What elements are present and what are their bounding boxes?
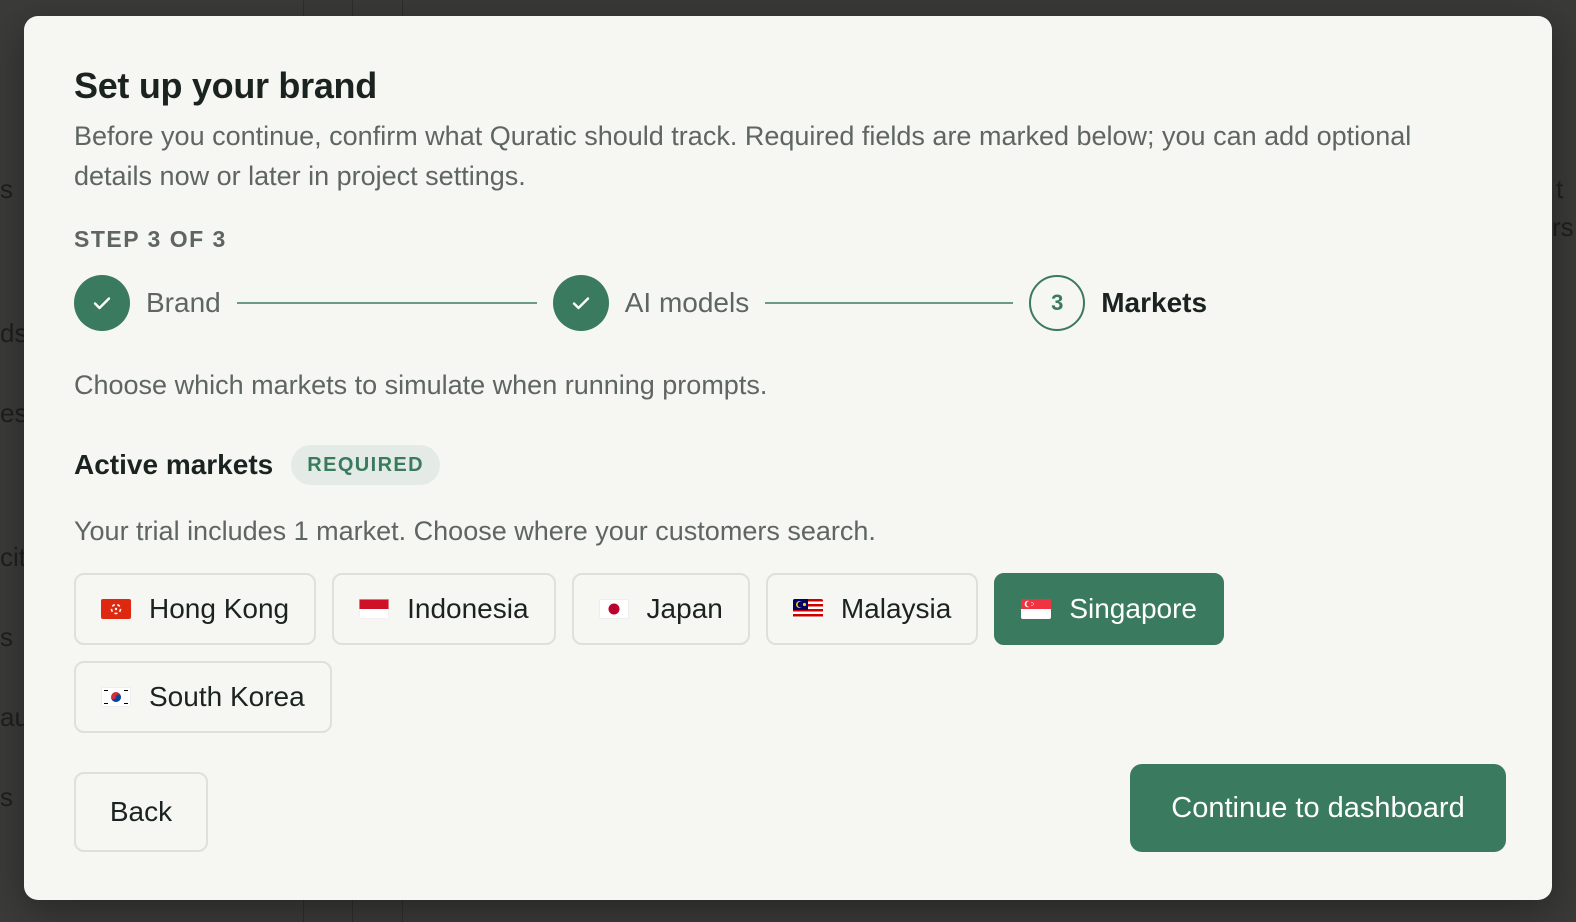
- step-markets: 3 Markets: [1029, 275, 1207, 331]
- chip-label: Singapore: [1069, 593, 1197, 624]
- step-label: AI models: [624, 287, 750, 318]
- step-brand[interactable]: Brand: [74, 275, 221, 331]
- required-badge: REQUIRED: [291, 445, 441, 485]
- continue-button[interactable]: Continue to dashboard: [1130, 764, 1506, 852]
- back-button[interactable]: Back: [74, 772, 208, 852]
- market-chip-singapore[interactable]: Singapore: [994, 573, 1224, 645]
- chip-label: Japan: [646, 593, 723, 624]
- section-description: Choose which markets to simulate when ru…: [74, 370, 768, 400]
- chip-label: Indonesia: [407, 593, 529, 624]
- market-chip-indonesia[interactable]: Indonesia: [332, 573, 556, 645]
- my-flag-icon: [792, 599, 823, 619]
- step-connector: [765, 302, 1014, 304]
- chip-label: Malaysia: [840, 593, 952, 624]
- market-chip-south-korea[interactable]: South Korea: [74, 661, 332, 733]
- step-label: Brand: [146, 287, 221, 318]
- setup-modal: Set up your brand Before you continue, c…: [24, 16, 1552, 900]
- chip-label: South Korea: [149, 681, 305, 712]
- modal-footer: Back Continue to dashboard: [74, 764, 1506, 852]
- step-number: 3: [1029, 275, 1086, 331]
- hk-flag-icon: [101, 599, 131, 619]
- step-ai-models[interactable]: AI models: [552, 275, 750, 331]
- market-chip-malaysia[interactable]: Malaysia: [765, 573, 979, 645]
- chip-label: Hong Kong: [149, 593, 290, 624]
- kr-flag-icon: [101, 687, 131, 707]
- field-label: Active markets: [74, 449, 274, 480]
- background-text-fragment: cit: [0, 542, 26, 572]
- step-label: Markets: [1101, 287, 1208, 318]
- background-text-fragment: s: [0, 174, 13, 204]
- check-icon: [74, 275, 130, 331]
- market-chip-hong-kong[interactable]: Hong Kong: [74, 573, 317, 645]
- id-flag-icon: [359, 599, 390, 619]
- background-text-fragment: s: [0, 622, 13, 652]
- field-header: Active markets REQUIRED: [74, 445, 1502, 485]
- helper-text: Your trial includes 1 market. Choose whe…: [74, 516, 876, 546]
- market-chip-group: Hong Kong Indonesia Japan Malaysia Singa…: [74, 573, 1274, 749]
- step-counter: STEP 3 OF 3: [74, 226, 227, 252]
- sg-flag-icon: [1021, 599, 1052, 619]
- check-icon: [552, 275, 609, 331]
- modal-title: Set up your brand: [74, 65, 377, 106]
- market-chip-japan[interactable]: Japan: [571, 573, 750, 645]
- background-text-fragment: s: [0, 782, 13, 812]
- jp-flag-icon: [598, 599, 629, 619]
- modal-subtitle: Before you continue, confirm what Qurati…: [74, 121, 1412, 191]
- background-text-fragment: rs: [1552, 212, 1574, 242]
- background-text-fragment: t: [1556, 174, 1564, 204]
- stepper: Brand AI models 3 Markets: [74, 275, 1502, 331]
- step-connector: [236, 302, 537, 304]
